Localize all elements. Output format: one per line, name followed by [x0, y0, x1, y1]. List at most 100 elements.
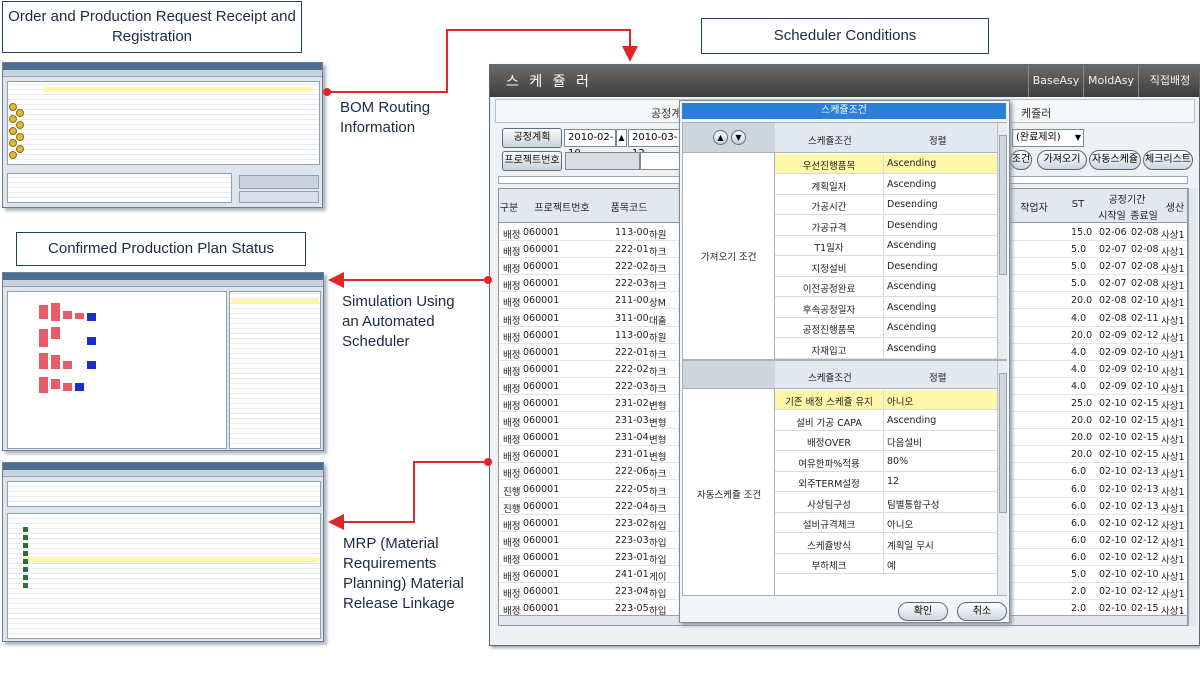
- table-cell: 변형: [649, 401, 667, 412]
- condition-name: 자재입고: [811, 345, 847, 357]
- condition-row[interactable]: 기존 배정 스케쥴 유지 아니오: [775, 390, 997, 410]
- table-cell: 20.0: [1071, 295, 1093, 307]
- ok-button[interactable]: 확인: [898, 602, 948, 621]
- table-cell: 02-09: [1099, 363, 1127, 375]
- condition-row[interactable]: 이전공정완료 Ascending: [775, 277, 997, 297]
- table-cell: 사상1: [1161, 589, 1185, 601]
- page: Order and Production Request Receipt and…: [0, 0, 1200, 675]
- date-spinner[interactable]: ▲: [616, 129, 627, 147]
- condition-row[interactable]: T1일자 Ascending: [775, 236, 997, 256]
- order-registration-caption: Order and Production Request Receipt and…: [2, 1, 302, 53]
- condition-row[interactable]: 외주TERM설정 12: [775, 472, 997, 492]
- date-to-field[interactable]: 2010-03-12: [628, 129, 680, 159]
- condition-row[interactable]: 스케쥴방식 계획일 무시: [775, 533, 997, 554]
- auto-schedule-button[interactable]: 자동스케쥴: [1089, 150, 1141, 170]
- table-cell: 02-15: [1131, 449, 1159, 461]
- status-select[interactable]: (완료제외) ▼: [1012, 129, 1084, 147]
- condition-name: 공정진행품목: [802, 325, 856, 336]
- condition-button[interactable]: 조건: [1010, 150, 1032, 170]
- condition-sort: Ascending: [887, 342, 937, 354]
- table-cell: 사상1: [1161, 264, 1185, 276]
- tab-baseasy[interactable]: BaseAsy: [1028, 65, 1083, 97]
- table-cell: 222-04: [615, 500, 649, 512]
- col-period: 공정기간: [1108, 195, 1146, 206]
- process-plan-button[interactable]: 공정계획: [502, 128, 562, 148]
- table-cell: 223-01: [615, 551, 649, 563]
- table-cell: 02-10: [1099, 432, 1127, 444]
- table-cell: 사상1: [1161, 349, 1185, 361]
- tab-moldasy[interactable]: MoldAsy: [1083, 65, 1138, 97]
- fetch-conditions-label: 가져오기 조건: [701, 252, 757, 263]
- condition-row[interactable]: 여유한파%적용 80%: [775, 451, 997, 472]
- table-cell: 하입: [649, 589, 667, 601]
- checklist-button[interactable]: 체크리스트: [1143, 150, 1193, 170]
- project-no-button[interactable]: 프로젝트번호: [502, 151, 562, 171]
- table-cell: 02-10: [1131, 295, 1159, 307]
- condition-sort: Ascending: [887, 240, 937, 251]
- table-cell: 02-10: [1099, 534, 1127, 546]
- project-no-field[interactable]: [565, 152, 640, 170]
- fetch-button[interactable]: 가져오기: [1037, 150, 1087, 170]
- cancel-button[interactable]: 취소: [957, 602, 1007, 621]
- table-cell: 하크: [649, 349, 667, 361]
- condition-row[interactable]: 부하체크 예: [775, 554, 997, 574]
- project-no-value-field[interactable]: [640, 152, 680, 170]
- condition-row[interactable]: 자재입고 Ascending: [775, 338, 997, 359]
- move-up-button[interactable]: ▲: [713, 130, 728, 145]
- table-cell: 060001: [523, 534, 560, 546]
- condition-row[interactable]: 우선진행품목 Ascending: [775, 154, 997, 174]
- move-down-button[interactable]: ▼: [731, 130, 746, 145]
- table-cell: 060001: [523, 586, 560, 598]
- column-divider: [883, 195, 884, 215]
- condition-row[interactable]: 지정설비 Desending: [775, 256, 997, 277]
- condition-row[interactable]: 가공시간 Desending: [775, 195, 997, 215]
- order-registration-thumbnail: [2, 62, 323, 208]
- table-cell: 변형: [649, 452, 667, 464]
- table-cell: 02-12: [1131, 517, 1159, 529]
- col-production: 생산: [1165, 203, 1185, 214]
- table-cell: 02-08: [1131, 261, 1159, 273]
- condition-name: 부하체크: [811, 561, 847, 572]
- table-cell: 사상1: [1161, 537, 1185, 549]
- condition-sort: Desending: [887, 199, 938, 210]
- condition-name: 가공시간: [811, 202, 847, 213]
- condition-row[interactable]: 공정진행품목 Ascending: [775, 318, 997, 338]
- table-cell: 6.0: [1071, 483, 1087, 495]
- column-divider: [883, 533, 884, 554]
- condition-row[interactable]: 설비규격체크 아니오: [775, 513, 997, 533]
- table-cell: 060001: [523, 346, 560, 358]
- date-from-field[interactable]: 2010-02-10: [564, 129, 616, 159]
- arrow-up-icon: ▲: [717, 133, 724, 142]
- table-cell: 02-10: [1099, 517, 1127, 529]
- condition-row[interactable]: 가공규격 Desending: [775, 215, 997, 236]
- condition-row[interactable]: 후속공정일자 Ascending: [775, 297, 997, 318]
- table-cell: 02-08: [1131, 227, 1159, 238]
- condition-name: 우선진행품목: [802, 161, 856, 172]
- table-cell: 5.0: [1071, 278, 1087, 290]
- condition-row[interactable]: 계획일자 Ascending: [775, 174, 997, 195]
- table-cell: 5.0: [1071, 261, 1087, 273]
- main-vertical-scrollbar[interactable]: [1188, 188, 1197, 626]
- table-cell: 02-13: [1131, 500, 1159, 512]
- table-cell: 배정: [503, 520, 521, 532]
- table-cell: 하입: [649, 520, 667, 532]
- section1-col-sort: 정렬: [929, 136, 947, 147]
- table-cell: 02-10: [1131, 380, 1159, 392]
- condition-name: 가공규격: [811, 222, 847, 234]
- column-divider: [883, 277, 884, 297]
- condition-row[interactable]: 사상팀구성 팀별통합구성: [775, 492, 997, 513]
- condition-sort: 아니오: [887, 397, 914, 408]
- table-cell: 02-12: [1131, 534, 1159, 546]
- table-cell: 060001: [523, 517, 560, 529]
- table-cell: 배정: [503, 349, 521, 361]
- section2-scrollbar[interactable]: [997, 361, 1007, 595]
- condition-row[interactable]: 설비 가공 CAPA Ascending: [775, 410, 997, 431]
- table-cell: 222-02: [615, 261, 649, 273]
- section1-scrollbar[interactable]: [997, 123, 1007, 359]
- table-cell: 222-01: [615, 346, 649, 358]
- table-cell: 25.0: [1071, 398, 1093, 409]
- tab-direct-assign[interactable]: 직접배정: [1138, 65, 1199, 97]
- table-cell: 02-10: [1099, 551, 1127, 563]
- table-cell: 02-15: [1131, 432, 1159, 444]
- condition-row[interactable]: 배정OVER 다음설비: [775, 431, 997, 451]
